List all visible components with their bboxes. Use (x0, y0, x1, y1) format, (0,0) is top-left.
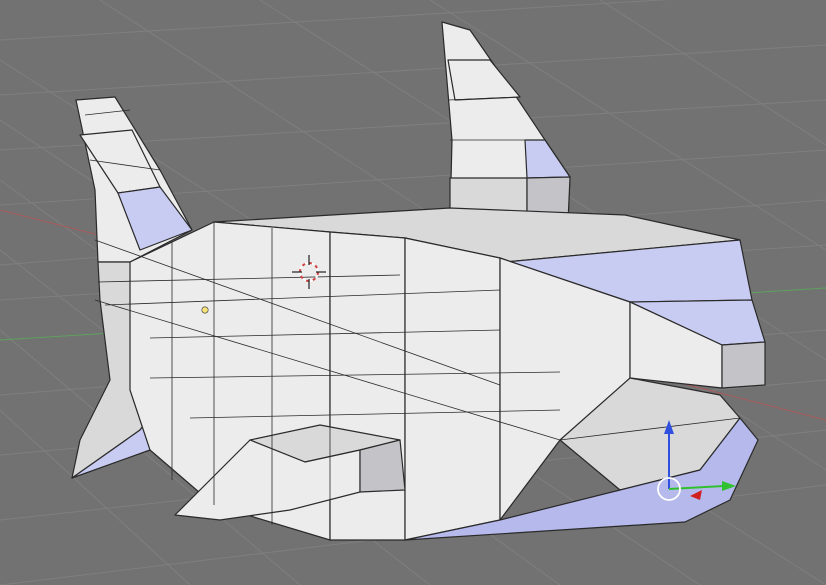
object-origin-dot (201, 306, 209, 314)
viewport-canvas[interactable] (0, 0, 826, 585)
upper-jaw-tip (721, 341, 766, 389)
dorsal-fin-band (447, 59, 521, 101)
pectoral-fin-front (359, 439, 406, 493)
3d-viewport[interactable] (0, 0, 826, 585)
whale-mesh[interactable] (71, 21, 766, 541)
dorsal-fin-side (524, 139, 571, 179)
body-side-front (404, 237, 501, 541)
